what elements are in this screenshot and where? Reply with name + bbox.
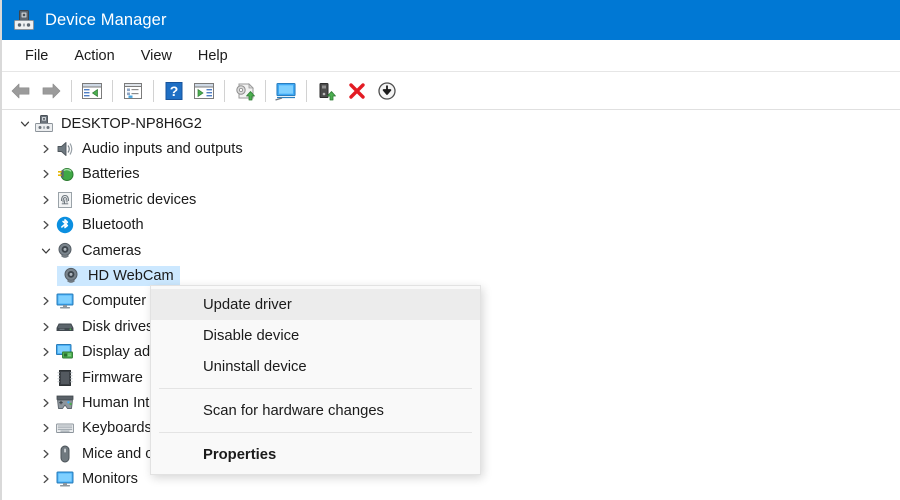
chevron-right-icon[interactable]	[37, 419, 55, 437]
chevron-right-icon[interactable]	[37, 140, 55, 158]
tree-label: Audio inputs and outputs	[82, 141, 243, 158]
chevron-right-icon[interactable]	[37, 318, 55, 336]
tree-label: Cameras	[82, 242, 142, 259]
chevron-right-icon[interactable]	[37, 470, 55, 488]
computer-icon	[34, 114, 54, 134]
enable-device-icon[interactable]	[372, 77, 402, 105]
tree-label: Bluetooth	[82, 217, 144, 234]
toolbar-separator	[306, 80, 307, 102]
scan-for-hardware-changes-icon[interactable]	[271, 77, 301, 105]
toolbar-separator	[112, 80, 113, 102]
back-arrow-icon[interactable]	[6, 77, 36, 105]
display-adapter-icon	[55, 342, 75, 362]
tree-row-batteries[interactable]: Batteries	[2, 162, 900, 187]
context-menu-item-uninstall-device[interactable]: Uninstall device	[151, 351, 480, 382]
show-hide-console-tree-icon[interactable]	[77, 77, 107, 105]
disk-drive-icon	[55, 317, 75, 337]
chevron-down-icon[interactable]	[16, 115, 34, 133]
bluetooth-icon	[55, 215, 75, 235]
toolbar-separator	[71, 80, 72, 102]
tree-label: Biometric devices	[82, 191, 197, 208]
chevron-right-icon[interactable]	[37, 191, 55, 209]
tree-label: Disk drives	[82, 318, 154, 335]
toolbar-separator	[265, 80, 266, 102]
chevron-right-icon[interactable]	[37, 292, 55, 310]
keyboard-icon	[55, 418, 75, 438]
hid-gamepad-icon	[55, 393, 75, 413]
toolbar: ?	[2, 73, 900, 110]
tree-row-root[interactable]: DESKTOP-NP8H6G2	[2, 111, 900, 136]
tree-row-selection-highlight: HD WebCam	[57, 266, 180, 287]
context-menu-item-scan-for-hardware-changes[interactable]: Scan for hardware changes	[151, 395, 480, 426]
menu-file[interactable]: File	[12, 45, 61, 67]
show-hide-action-pane-icon[interactable]	[189, 77, 219, 105]
chevron-right-icon[interactable]	[37, 394, 55, 412]
properties-icon[interactable]	[118, 77, 148, 105]
menu-help[interactable]: Help	[185, 45, 241, 67]
camera-icon	[61, 266, 81, 286]
tree-label: Batteries	[82, 166, 140, 183]
mouse-icon	[55, 444, 75, 464]
firmware-chip-icon	[55, 368, 75, 388]
menu-action[interactable]: Action	[61, 45, 127, 67]
tree-label: Monitors	[82, 471, 138, 488]
menu-bar: File Action View Help	[2, 40, 900, 72]
chevron-right-icon[interactable]	[37, 343, 55, 361]
tree-row-cameras[interactable]: Cameras	[2, 238, 900, 263]
tree-label-selected: HD WebCam	[88, 268, 174, 285]
monitor-icon	[55, 469, 75, 489]
update-driver-icon[interactable]	[230, 77, 260, 105]
window-title: Device Manager	[45, 10, 167, 29]
tree-label: Firmware	[82, 369, 143, 386]
context-menu-item-update-driver[interactable]: Update driver	[151, 289, 480, 320]
uninstall-device-icon[interactable]	[312, 77, 342, 105]
tree-row-bluetooth[interactable]: Bluetooth	[2, 213, 900, 238]
disable-device-icon[interactable]	[342, 77, 372, 105]
device-manager-window: Device Manager File Action View Help ? D…	[0, 0, 900, 500]
monitor-icon	[55, 291, 75, 311]
context-menu-item-disable-device[interactable]: Disable device	[151, 320, 480, 351]
menu-view[interactable]: View	[128, 45, 185, 67]
fingerprint-icon	[55, 190, 75, 210]
context-menu-separator	[159, 432, 472, 433]
tree-row-audio-inputs-and-outputs[interactable]: Audio inputs and outputs	[2, 136, 900, 161]
context-menu-separator	[159, 388, 472, 389]
chevron-right-icon[interactable]	[37, 369, 55, 387]
toolbar-separator	[224, 80, 225, 102]
help-icon[interactable]: ?	[159, 77, 189, 105]
tree-row-biometric-devices[interactable]: Biometric devices	[2, 187, 900, 212]
toolbar-separator	[153, 80, 154, 102]
tree-label: Keyboards	[82, 420, 152, 437]
camera-icon	[55, 241, 75, 261]
speaker-icon	[55, 139, 75, 159]
tree-label-root: DESKTOP-NP8H6G2	[61, 115, 202, 132]
context-menu-item-properties[interactable]: Properties	[151, 439, 480, 470]
tree-label: Computer	[82, 293, 147, 310]
forward-arrow-icon[interactable]	[36, 77, 66, 105]
title-bar: Device Manager	[2, 0, 900, 40]
battery-icon	[55, 164, 75, 184]
device-manager-icon	[12, 8, 36, 32]
chevron-right-icon[interactable]	[37, 165, 55, 183]
chevron-right-icon[interactable]	[37, 216, 55, 234]
svg-text:?: ?	[170, 83, 179, 99]
context-menu[interactable]: Update driver Disable device Uninstall d…	[150, 285, 481, 475]
chevron-down-icon[interactable]	[37, 242, 55, 260]
chevron-right-icon[interactable]	[37, 445, 55, 463]
